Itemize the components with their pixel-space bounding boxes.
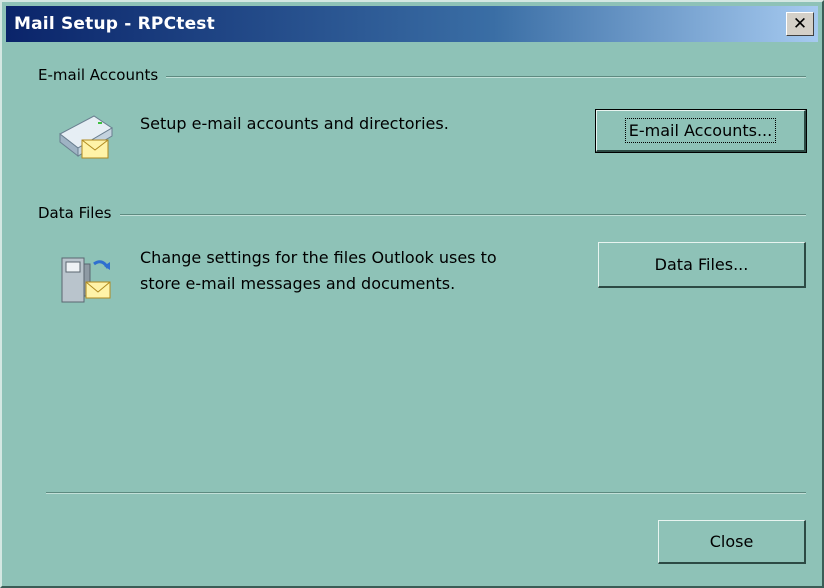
close-window-button[interactable]: ✕ xyxy=(786,12,814,36)
email-accounts-button[interactable]: E-mail Accounts... xyxy=(595,109,807,153)
email-accounts-group-label: E-mail Accounts xyxy=(38,66,167,84)
mail-setup-dialog: Mail Setup - RPCtest ✕ E-mail Accounts S… xyxy=(0,0,824,588)
title-bar[interactable]: Mail Setup - RPCtest ✕ xyxy=(6,6,818,42)
close-button[interactable]: Close xyxy=(658,520,806,564)
data-files-group-line xyxy=(38,214,806,216)
email-accounts-description: Setup e-mail accounts and directories. xyxy=(140,114,449,133)
close-icon: ✕ xyxy=(792,14,808,34)
data-files-button-label: Data Files... xyxy=(654,255,749,274)
email-accounts-button-label: E-mail Accounts... xyxy=(624,118,777,143)
data-files-description-line-1: Change settings for the files Outlook us… xyxy=(140,248,497,267)
data-files-button[interactable]: Data Files... xyxy=(598,242,806,288)
mailbox-icon xyxy=(61,257,111,303)
data-files-group-label: Data Files xyxy=(38,204,120,222)
close-button-label: Close xyxy=(709,532,754,551)
mail-server-icon xyxy=(59,115,113,159)
window-title: Mail Setup - RPCtest xyxy=(14,14,215,34)
footer-separator xyxy=(46,492,806,494)
data-files-description-line-2: store e-mail messages and documents. xyxy=(140,274,456,293)
